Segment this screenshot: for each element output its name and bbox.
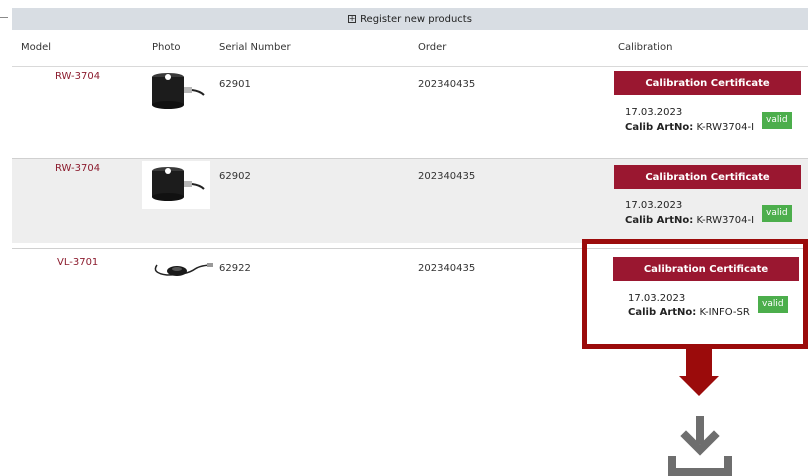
calibration-art-no: Calib ArtNo: K-RW3704-I <box>625 122 754 133</box>
column-header-photo: Photo <box>152 42 181 53</box>
column-header-order: Order <box>418 42 447 53</box>
calibration-date: 17.03.2023 <box>625 107 683 118</box>
calibration-certificate-button[interactable]: Calibration Certificate <box>614 165 801 189</box>
column-header-serial: Serial Number <box>219 42 291 53</box>
download-icon <box>668 416 732 476</box>
art-no-value: K-RW3704-I <box>696 122 755 133</box>
serial-number: 62902 <box>219 171 251 182</box>
table-row: RW-3704 62901 202340435 Calibration Cert… <box>12 67 808 158</box>
serial-number: 62901 <box>219 79 251 90</box>
down-arrow-head <box>679 376 719 396</box>
status-badge: valid <box>762 205 792 222</box>
sensor-cylinder-photo <box>152 73 205 109</box>
register-new-products-button[interactable]: + Register new products <box>12 8 808 30</box>
sensor-disc-cable-photo <box>154 263 214 276</box>
table-header: Model Photo Serial Number Order Calibrat… <box>0 30 808 64</box>
sensor-cylinder-photo <box>142 161 210 209</box>
calibration-art-no: Calib ArtNo: K-RW3704-I <box>625 215 754 226</box>
art-no-label: Calib ArtNo: <box>625 215 694 226</box>
column-header-calibration: Calibration <box>618 42 673 53</box>
model-link[interactable]: RW-3704 <box>55 163 100 174</box>
register-label: Register new products <box>360 13 472 25</box>
table-row: RW-3704 62902 202340435 Calibration Cert… <box>12 159 808 243</box>
art-no-label: Calib ArtNo: <box>625 122 694 133</box>
calibration-certificate-button[interactable]: Calibration Certificate <box>614 71 801 95</box>
left-tick-mark <box>0 17 8 18</box>
down-arrow-icon <box>686 349 712 376</box>
art-no-value: K-RW3704-I <box>696 215 755 226</box>
status-badge: valid <box>762 112 792 129</box>
serial-number: 62922 <box>219 263 251 274</box>
order-number: 202340435 <box>418 79 476 90</box>
model-link[interactable]: VL-3701 <box>57 257 98 268</box>
order-number: 202340435 <box>418 171 476 182</box>
calibration-date: 17.03.2023 <box>625 200 683 211</box>
plus-box-icon: + <box>348 14 357 23</box>
order-number: 202340435 <box>418 263 476 274</box>
highlight-annotation-box <box>582 239 808 349</box>
model-link[interactable]: RW-3704 <box>55 71 100 82</box>
column-header-model: Model <box>21 42 52 53</box>
